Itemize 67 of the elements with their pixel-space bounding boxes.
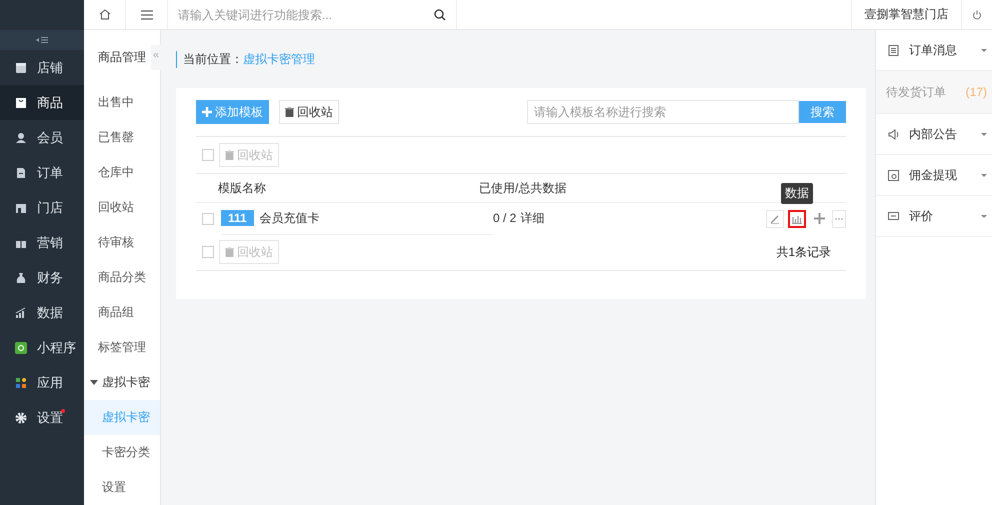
store-name[interactable]: 壹捌掌智慧门店 [851, 0, 962, 29]
nav-item[interactable]: 会员 [0, 120, 84, 155]
sub-sidebar-item[interactable]: 设置 [84, 470, 160, 505]
bar-chart-icon [791, 214, 803, 224]
nav-icon [15, 306, 27, 318]
nav-icon [15, 166, 27, 178]
nav-item[interactable]: 店铺 [0, 50, 84, 85]
nav-icon [15, 96, 27, 108]
nav-item[interactable]: 商品 [0, 85, 84, 120]
nav-item[interactable]: 设置 [0, 400, 84, 435]
panel-section-header[interactable]: 内部公告 [876, 114, 992, 155]
sub-sidebar-item[interactable]: 待审核 [84, 225, 160, 260]
sub-sidebar-item[interactable]: 已售罄 [84, 120, 160, 155]
template-name: 会员充值卡 [260, 210, 320, 226]
column-header: 已使用/总共数据 [479, 180, 568, 196]
tooltip: 数据 [781, 182, 813, 204]
section-icon [888, 128, 899, 140]
nav-item[interactable]: 应用 [0, 365, 84, 400]
nav-icon [15, 376, 27, 388]
nav-icon [15, 202, 27, 214]
sub-sidebar-item[interactable]: 标签管理 [84, 330, 160, 365]
sub-sidebar-item[interactable]: 回收站 [84, 190, 160, 225]
collapse-icon[interactable] [36, 36, 48, 44]
nav-item[interactable]: 财务 [0, 260, 84, 295]
panel-section-header[interactable]: 评价 [876, 196, 992, 237]
sub-sidebar-item[interactable]: 商品分类 [84, 260, 160, 295]
nav-item[interactable]: 数据 [0, 295, 84, 330]
sub-sidebar-item[interactable]: 虚拟卡密 [84, 365, 160, 400]
edit-button[interactable] [766, 210, 784, 228]
nav-icon [15, 132, 27, 144]
section-icon [888, 44, 899, 56]
power-icon [972, 10, 982, 20]
sub-sidebar-item[interactable]: 仓库中 [84, 155, 160, 190]
sub-sidebar-item[interactable]: 商品组 [84, 295, 160, 330]
detail-link[interactable]: 详细 [520, 211, 544, 225]
nav-item[interactable]: 小程序 [0, 330, 84, 365]
sub-sidebar-item[interactable]: 出售中 [84, 85, 160, 120]
nav-icon [15, 62, 27, 74]
trash-icon [285, 107, 294, 117]
sub-sidebar-title: 商品管理 [98, 49, 146, 66]
nav-icon [15, 272, 27, 284]
trash-icon [225, 247, 234, 257]
nav-item[interactable]: 订单 [0, 155, 84, 190]
usage-text: 0 / 2 [493, 211, 516, 225]
pencil-icon [770, 214, 780, 224]
template-search-field[interactable]: 请输入模板名称进行搜索 [527, 100, 799, 124]
nav-item[interactable]: 门店 [0, 190, 84, 225]
home-icon [98, 9, 110, 20]
more-button[interactable] [832, 210, 846, 228]
nav-icon [15, 342, 27, 354]
section-icon [888, 210, 899, 222]
record-count: 共1条记录 [776, 244, 831, 260]
plus-icon [202, 107, 212, 117]
column-header: 模版名称 [218, 180, 267, 196]
sub-sidebar-item[interactable]: 卡密分类 [84, 435, 160, 470]
panel-section-header[interactable]: 佣金提现 [876, 155, 992, 196]
nav-item[interactable]: 营销 [0, 225, 84, 260]
nav-icon [15, 412, 27, 424]
id-tag: 111 [221, 210, 254, 226]
checkbox[interactable] [202, 212, 214, 224]
section-icon [888, 170, 899, 180]
recycle-bin-button[interactable]: 回收站 [279, 100, 339, 124]
menu-icon [140, 10, 152, 20]
search-icon [434, 8, 446, 20]
trash-icon [225, 150, 234, 160]
breadcrumb-label: 当前位置： [176, 50, 243, 68]
plus-icon [814, 213, 824, 224]
